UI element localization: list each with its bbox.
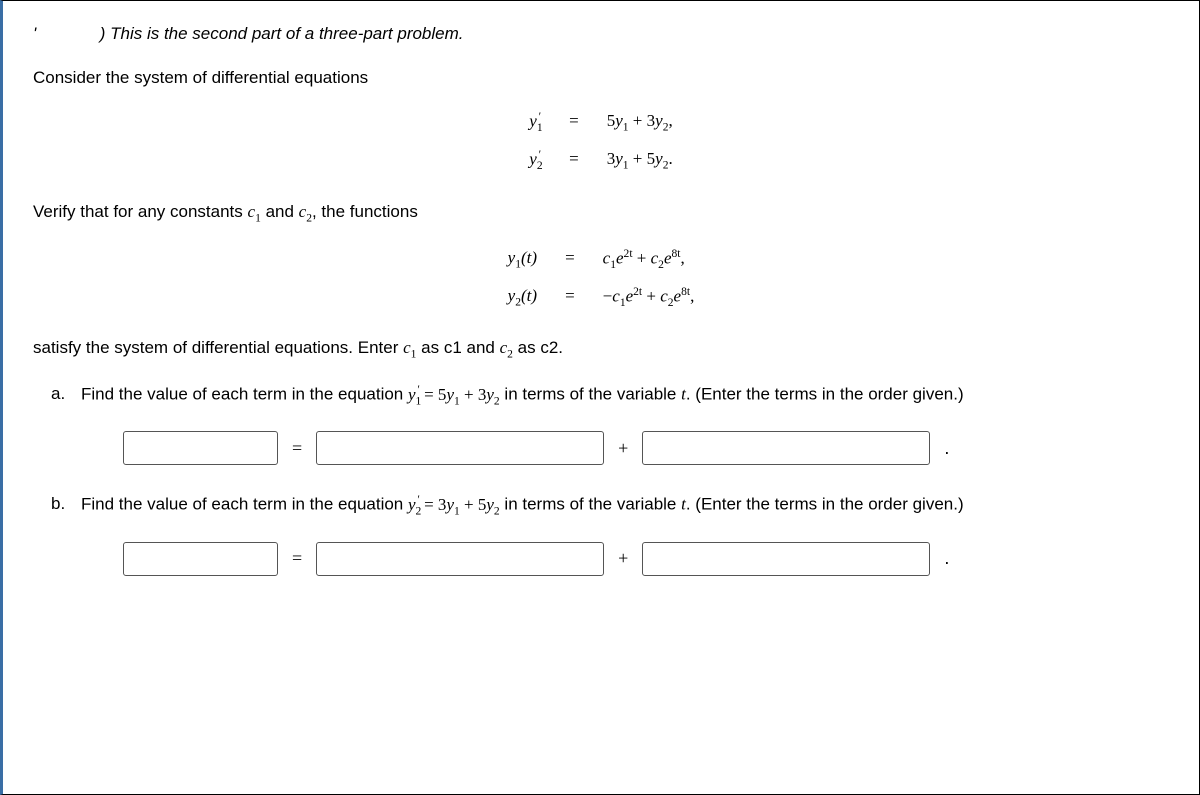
qa-input-lhs[interactable] [123, 431, 278, 465]
c2-inline: c2 [500, 338, 513, 357]
verify-suffix: , the functions [312, 202, 418, 221]
equals-sign: = [292, 435, 302, 462]
qb-post: . (Enter the terms in the order given.) [686, 495, 964, 514]
problem-page: ' ) This is the second part of a three-p… [0, 0, 1200, 795]
qb-input-term2[interactable] [642, 542, 930, 576]
period: . [944, 435, 949, 462]
qb-pre: Find the value of each term in the equat… [81, 495, 408, 514]
satisfy-a: satisfy the system of differential equat… [33, 338, 403, 357]
qa-input-term1[interactable] [316, 431, 604, 465]
func-row2-lhs: y2(t) [508, 283, 537, 311]
question-a: a. Find the value of each term in the eq… [51, 381, 1169, 409]
qb-eq: y2′ = 3y1 + 5y2 [408, 495, 500, 514]
function-equations: y1(t) = c1e2t + c2e8t, y2(t) = −c1e2t + … [33, 245, 1169, 312]
qa-pre: Find the value of each term in the equat… [81, 385, 408, 404]
intro-italic-text: This is the second part of a three-part … [110, 24, 463, 43]
c1-symbol: c1 [248, 202, 261, 221]
qb-mid: in terms of the variable [500, 495, 681, 514]
qa-mid: in terms of the variable [500, 385, 681, 404]
equals-sign: = [565, 283, 575, 311]
answer-row-b: = + . [123, 542, 1151, 576]
question-b: b. Find the value of each term in the eq… [51, 491, 1169, 519]
verify-text: Verify that for any constants c1 and c2,… [33, 199, 1169, 227]
qa-letter: a. [51, 381, 69, 409]
qb-letter: b. [51, 491, 69, 519]
satisfy-text: satisfy the system of differential equat… [33, 335, 1169, 363]
answer-row-a: = + . [123, 431, 1151, 465]
system-row2-rhs: 3y1 + 5y2. [607, 146, 673, 174]
equals-sign: = [565, 245, 575, 273]
qa-text: Find the value of each term in the equat… [81, 381, 964, 409]
qb-text: Find the value of each term in the equat… [81, 491, 964, 519]
qa-input-term2[interactable] [642, 431, 930, 465]
consider-text: Consider the system of differential equa… [33, 65, 1169, 91]
paren-fragment: ) [100, 24, 110, 43]
plus-sign: + [618, 545, 628, 572]
equals-sign: = [569, 146, 579, 174]
func-row1-lhs: y1(t) [508, 245, 537, 273]
satisfy-b: as c1 and [416, 338, 499, 357]
equals-sign: = [292, 545, 302, 572]
and-text: and [261, 202, 299, 221]
system-row2-lhs: y2′ [529, 146, 541, 174]
qb-input-lhs[interactable] [123, 542, 278, 576]
equals-sign: = [569, 108, 579, 136]
apostrophe-fragment: ' [33, 24, 36, 43]
system-equations: y1′ = 5y1 + 3y2, y2′ = 3y1 + 5y2. [33, 108, 1169, 175]
period: . [944, 545, 949, 572]
qa-eq: y1′ = 5y1 + 3y2 [408, 385, 500, 404]
intro-line: ' ) This is the second part of a three-p… [33, 21, 1169, 47]
func-row1-rhs: c1e2t + c2e8t, [603, 245, 695, 273]
c1-inline: c1 [403, 338, 416, 357]
func-row2-rhs: −c1e2t + c2e8t, [603, 283, 695, 311]
qa-post: . (Enter the terms in the order given.) [686, 385, 964, 404]
c2-symbol: c2 [299, 202, 312, 221]
verify-prefix: Verify that for any constants [33, 202, 248, 221]
satisfy-c: as c2. [513, 338, 563, 357]
system-row1-rhs: 5y1 + 3y2, [607, 108, 673, 136]
system-row1-lhs: y1′ [529, 108, 541, 136]
plus-sign: + [618, 435, 628, 462]
qb-input-term1[interactable] [316, 542, 604, 576]
